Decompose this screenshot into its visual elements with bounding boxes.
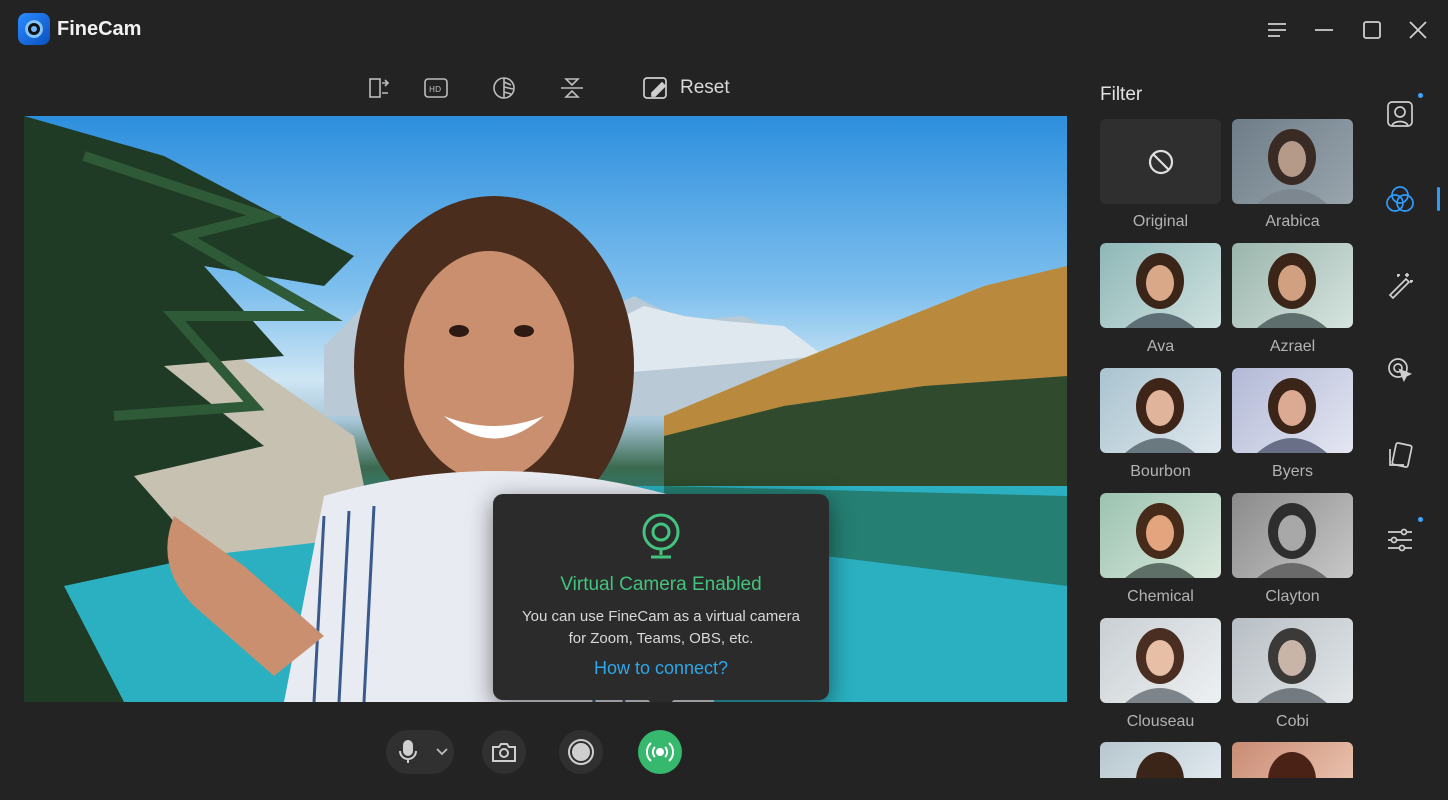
filter-label: Chemical [1127, 588, 1194, 605]
mirror-icon[interactable] [366, 74, 394, 102]
record-button[interactable] [559, 730, 603, 774]
svg-text:HD: HD [429, 85, 441, 94]
popup-line-2: for Zoom, Teams, OBS, etc. [568, 630, 754, 647]
filter-label: Byers [1272, 463, 1313, 480]
background-icon[interactable] [1385, 440, 1415, 470]
title-bar: FineCam [0, 0, 1448, 60]
virtual-camera-popup: Virtual Camera Enabled You can use FineC… [493, 494, 829, 700]
maximize-button[interactable] [1358, 16, 1386, 44]
popup-description: You can use FineCam as a virtual camera … [513, 606, 809, 650]
reset-icon [643, 77, 667, 99]
notification-dot [1418, 93, 1423, 98]
magic-wand-icon[interactable] [1385, 270, 1415, 300]
notification-dot [1418, 517, 1423, 522]
filter-icon[interactable] [1385, 185, 1415, 215]
filter-ava[interactable] [1100, 243, 1221, 328]
popup-title: Virtual Camera Enabled [560, 574, 762, 595]
focus-icon[interactable] [1385, 355, 1415, 385]
filter-bourbon[interactable] [1100, 368, 1221, 453]
filter-byers[interactable] [1232, 368, 1353, 453]
filter-clayton[interactable] [1232, 493, 1353, 578]
popup-line-1: You can use FineCam as a virtual camera [522, 608, 800, 625]
close-button[interactable] [1404, 16, 1432, 44]
reset-button[interactable]: Reset [642, 74, 730, 102]
camera-preview: Virtual Camera Enabled You can use FineC… [24, 116, 1067, 702]
filter-title: Filter [1100, 84, 1143, 105]
finecam-logo-icon [18, 13, 50, 45]
filter-label: Clouseau [1126, 713, 1195, 730]
hd-icon[interactable]: HD [422, 74, 450, 102]
app-title: FineCam [57, 18, 142, 40]
filter-arabica[interactable] [1232, 119, 1353, 204]
filter-label: Ava [1146, 338, 1175, 355]
menu-icon[interactable] [1263, 16, 1291, 44]
virtual-camera-button[interactable] [638, 730, 682, 774]
filter-azrael[interactable] [1232, 243, 1353, 328]
filter-label: Bourbon [1130, 463, 1191, 480]
webcam-icon [642, 513, 680, 559]
filter-chemical[interactable] [1100, 493, 1221, 578]
finecam-window: FineCam HD Reset Virtual Camera Enabled … [0, 0, 1448, 800]
flip-icon[interactable] [558, 74, 586, 102]
chevron-down-icon[interactable] [436, 747, 448, 757]
filter-label: Clayton [1265, 588, 1320, 605]
filter-label: Cobi [1276, 713, 1309, 730]
camera-icon [492, 743, 516, 762]
filter-cobi[interactable] [1232, 618, 1353, 703]
active-indicator [1437, 187, 1440, 211]
contrast-icon[interactable] [490, 74, 518, 102]
filter-label: Arabica [1265, 213, 1320, 230]
snapshot-button[interactable] [482, 730, 526, 774]
minimize-button[interactable] [1310, 16, 1338, 44]
filter-next-1[interactable] [1100, 742, 1221, 778]
reset-label: Reset [680, 77, 730, 98]
filter-label: Azrael [1269, 338, 1316, 355]
no-filter-icon [1148, 149, 1173, 174]
broadcast-icon [646, 742, 674, 762]
record-icon [568, 739, 594, 765]
how-to-connect-link[interactable]: How to connect? [493, 658, 829, 679]
filter-next-2[interactable] [1232, 742, 1353, 778]
adjustments-icon[interactable] [1385, 525, 1415, 555]
filter-original[interactable] [1100, 119, 1221, 204]
microphone-control[interactable] [386, 730, 454, 774]
filter-clouseau[interactable] [1100, 618, 1221, 703]
portrait-icon[interactable] [1385, 99, 1415, 129]
microphone-icon[interactable] [398, 740, 418, 764]
filter-label: Original [1132, 213, 1189, 230]
